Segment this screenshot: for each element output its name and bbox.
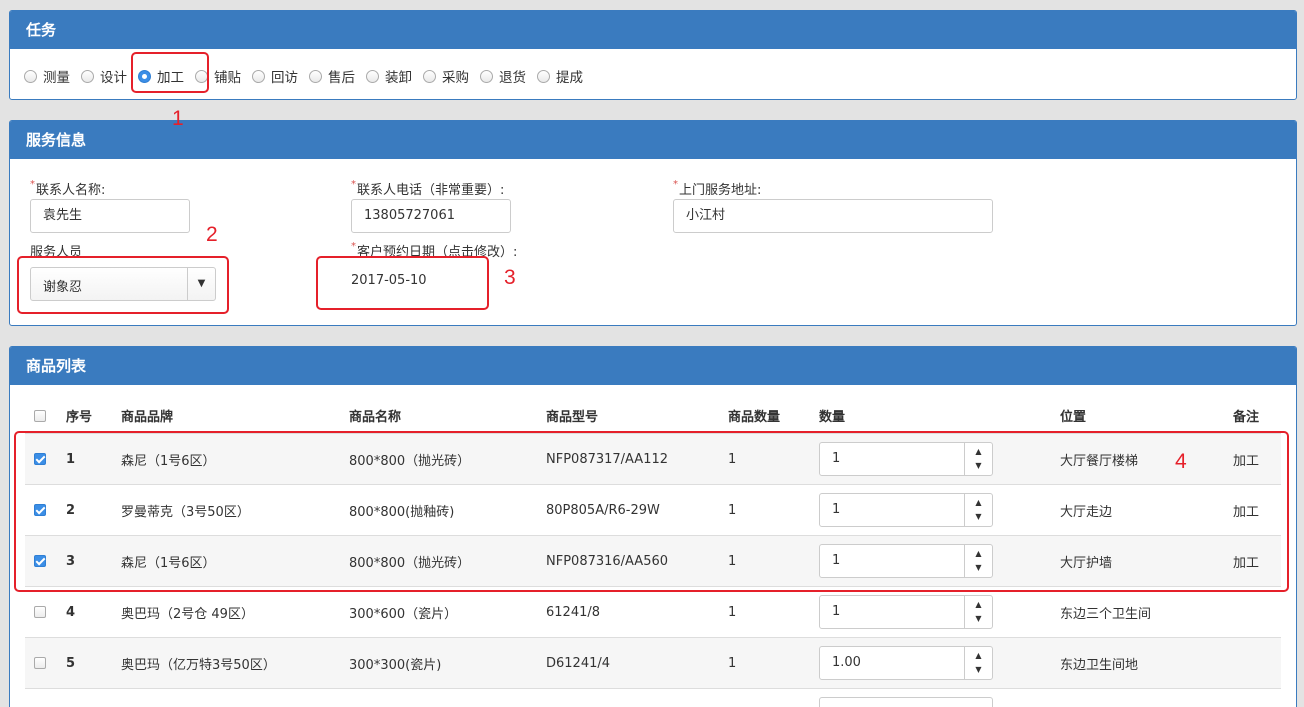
table-header: 序号 商品品牌 商品名称 商品型号 商品数量 数量 位置 备注	[25, 399, 1281, 434]
header-model: 商品型号	[546, 410, 599, 425]
select-all-cell[interactable]	[34, 399, 46, 432]
header-name: 商品名称	[349, 410, 402, 425]
radio-label: 装卸	[385, 70, 412, 86]
radio-label: 铺贴	[214, 70, 241, 86]
row-stock-qty: 1	[728, 655, 737, 671]
row-brand: 奥巴玛（亿万特3号50区）	[121, 657, 276, 673]
row-name: 300*600（瓷片）	[349, 606, 458, 622]
annotation-box-2	[17, 256, 229, 314]
task-radio-return[interactable]: 退货	[480, 66, 526, 86]
required-asterisk-icon: *	[673, 179, 678, 190]
row-location: 东边卫生间地	[1060, 657, 1139, 673]
radio-icon[interactable]	[252, 69, 265, 83]
row-qty-value: 1.00	[832, 655, 861, 670]
address-label: *上门服务地址:	[673, 179, 762, 198]
spinner-arrows-icon[interactable]: ▲ ▼	[964, 596, 992, 628]
required-asterisk-icon: *	[30, 179, 35, 190]
annotation-number-4: 4	[1175, 450, 1187, 473]
row-seq: 4	[66, 604, 76, 620]
header-remark: 备注	[1233, 410, 1260, 425]
annotation-number-2: 2	[206, 223, 218, 246]
annotation-box-4	[14, 431, 1289, 592]
radio-label: 测量	[43, 70, 70, 86]
required-asterisk-icon: *	[351, 241, 356, 252]
table-row: 5 奥巴玛（亿万特3号50区） 300*300(瓷片) D61241/4 1 1…	[25, 638, 1281, 689]
row-qty-input[interactable]: 1.00 ▲ ▼	[819, 646, 993, 680]
radio-label: 回访	[271, 70, 298, 86]
row-brand: 奥巴玛（2号仓 49区）	[121, 606, 254, 622]
row-location: 东边三个卫生间	[1060, 606, 1152, 622]
radio-icon[interactable]	[423, 69, 436, 83]
contact-name-label: *联系人名称:	[30, 179, 106, 198]
row-qty-input[interactable]: 1 ▲ ▼	[819, 595, 993, 629]
spinner-arrows-icon[interactable]: ▲ ▼	[964, 647, 992, 679]
task-radio-design[interactable]: 设计	[81, 66, 127, 86]
contact-phone-label: *联系人电话（非常重要）:	[351, 179, 505, 198]
header-seq: 序号	[66, 410, 93, 425]
row-select-cell[interactable]	[34, 638, 46, 688]
radio-icon[interactable]	[24, 69, 37, 83]
table-row: 4 奥巴玛（2号仓 49区） 300*600（瓷片） 61241/8 1 1 ▲ ▼…	[25, 587, 1281, 638]
annotation-box-3	[316, 256, 489, 310]
task-radio-group: 测量 设计 加工 铺贴 回访 售后 装卸 采购 退货 提成	[24, 66, 594, 86]
row-name: 300*300(瓷片)	[349, 657, 442, 673]
header-location: 位置	[1060, 410, 1087, 425]
header-stock-qty: 商品数量	[728, 410, 781, 425]
task-radio-loading[interactable]: 装卸	[366, 66, 412, 86]
checkbox-icon[interactable]	[34, 606, 46, 618]
radio-label: 设计	[100, 70, 127, 86]
service-panel-title: 服务信息	[10, 121, 1296, 159]
task-radio-aftersale[interactable]: 售后	[309, 66, 355, 86]
row-model: 61241/8	[546, 604, 601, 620]
radio-icon[interactable]	[309, 69, 322, 83]
task-radio-measure[interactable]: 测量	[24, 66, 70, 86]
radio-label: 退货	[499, 70, 526, 86]
contact-phone-input[interactable]: 13805727061	[351, 199, 511, 233]
radio-icon[interactable]	[81, 69, 94, 83]
header-brand: 商品品牌	[121, 410, 174, 425]
radio-icon[interactable]	[480, 69, 493, 83]
address-input[interactable]: 小江村	[673, 199, 993, 233]
radio-label: 采购	[442, 70, 469, 86]
checkbox-icon[interactable]	[34, 657, 46, 669]
row-qty-input[interactable]	[819, 697, 993, 707]
radio-label: 提成	[556, 70, 583, 86]
annotation-box-1	[131, 52, 209, 93]
contact-name-input[interactable]: 袁先生	[30, 199, 190, 233]
annotation-number-1: 1	[172, 107, 184, 130]
required-asterisk-icon: *	[351, 179, 356, 190]
task-radio-commission[interactable]: 提成	[537, 66, 583, 86]
header-qty: 数量	[819, 410, 846, 425]
row-seq: 5	[66, 655, 76, 671]
radio-icon[interactable]	[366, 69, 379, 83]
row-model: D61241/4	[546, 655, 611, 671]
row-select-cell[interactable]	[34, 587, 46, 637]
radio-label: 售后	[328, 70, 355, 86]
annotation-number-3: 3	[504, 266, 516, 289]
row-qty-value: 1	[832, 604, 841, 619]
row-stock-qty: 1	[728, 604, 737, 620]
product-panel-title: 商品列表	[10, 347, 1296, 385]
checkbox-icon[interactable]	[34, 409, 46, 422]
radio-icon[interactable]	[537, 69, 550, 83]
task-panel-title: 任务	[10, 11, 1296, 49]
task-radio-purchase[interactable]: 采购	[423, 66, 469, 86]
table-row-partial	[25, 689, 1281, 707]
task-radio-revisit[interactable]: 回访	[252, 66, 298, 86]
